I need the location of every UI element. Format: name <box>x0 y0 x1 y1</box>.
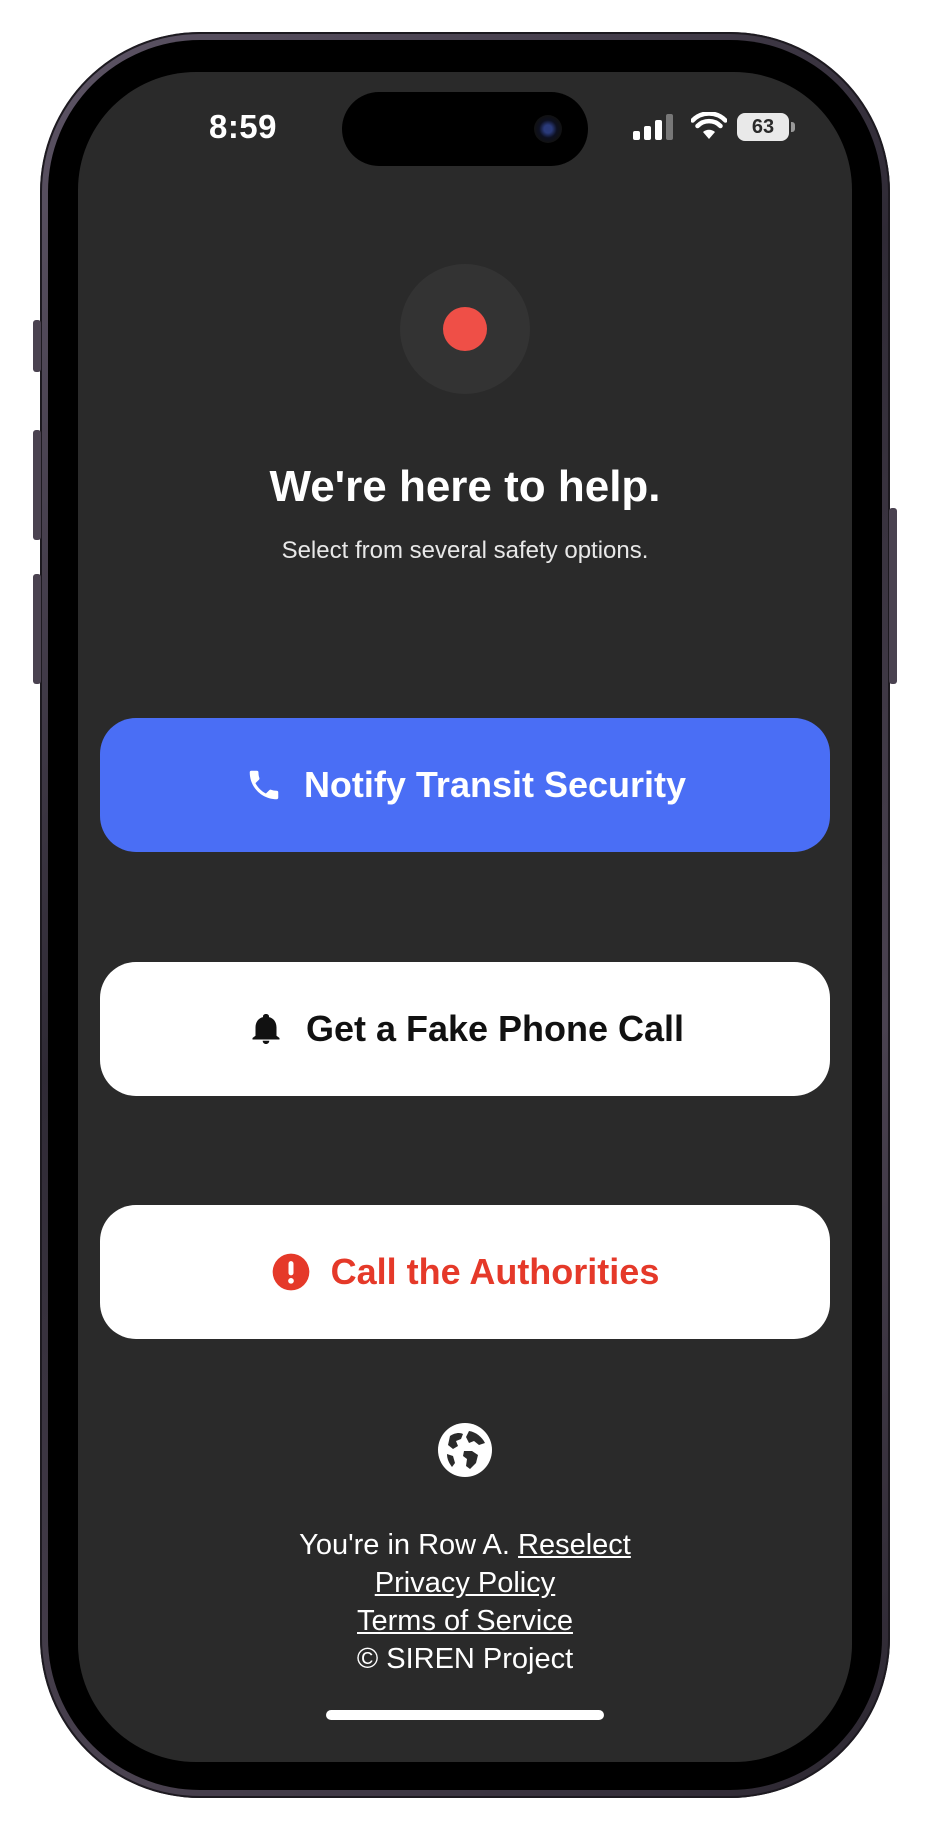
bell-icon <box>246 1009 286 1049</box>
fake-phone-call-button[interactable]: Get a Fake Phone Call <box>100 962 830 1096</box>
battery-tip <box>791 122 795 132</box>
copyright-text: © SIREN Project <box>356 1643 574 1675</box>
side-button-power <box>889 508 897 684</box>
reselect-link[interactable]: Reselect <box>518 1529 631 1561</box>
camera-icon <box>534 115 562 143</box>
recording-indicator <box>400 264 530 394</box>
wifi-icon <box>691 112 727 139</box>
fake-phone-call-label: Get a Fake Phone Call <box>305 1008 685 1049</box>
phone-icon <box>244 765 284 805</box>
row-info: You're in Row A. Reselect <box>78 1526 852 1564</box>
call-authorities-label: Call the Authorities <box>330 1251 660 1292</box>
home-indicator[interactable] <box>326 1710 604 1720</box>
side-button-volume-up <box>33 430 41 540</box>
recording-dot-icon <box>443 307 487 351</box>
page-subtitle: Select from several safety options. <box>281 537 649 564</box>
dynamic-island <box>342 92 588 166</box>
side-button-silent <box>33 320 41 372</box>
call-authorities-button[interactable]: Call the Authorities <box>100 1205 830 1339</box>
notify-transit-security-button[interactable]: Notify Transit Security <box>100 718 830 852</box>
notify-transit-security-label: Notify Transit Security <box>303 764 687 805</box>
cellular-signal-icon <box>633 114 675 140</box>
battery-icon: 63 <box>737 113 789 141</box>
alert-icon <box>271 1252 311 1292</box>
terms-of-service-link[interactable]: Terms of Service <box>357 1605 573 1637</box>
app-screen: 8:59 63 We're here to help. Select from … <box>78 72 852 1762</box>
status-time: 8:59 <box>208 108 278 145</box>
page-title: We're here to help. <box>269 462 661 511</box>
globe-icon[interactable] <box>436 1421 494 1479</box>
side-button-volume-down <box>33 574 41 684</box>
privacy-policy-link[interactable]: Privacy Policy <box>375 1567 556 1599</box>
footer: You're in Row A. Reselect Privacy Policy… <box>78 1526 852 1678</box>
row-location-text: You're in Row A. <box>299 1529 510 1561</box>
